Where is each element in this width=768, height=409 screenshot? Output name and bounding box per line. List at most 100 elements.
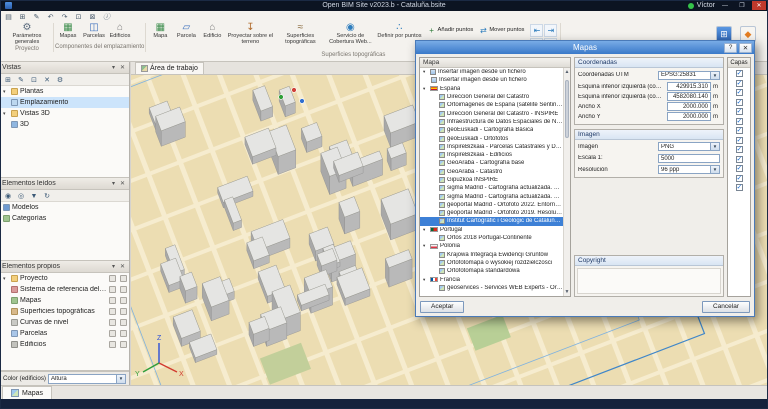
panel-tool-button[interactable]: ⊡ [28, 75, 40, 85]
quick-access-button[interactable]: ✎ [30, 12, 43, 22]
panel-collapse-button[interactable]: ▾ [109, 262, 118, 271]
layer-checkbox[interactable]: ✓ [736, 70, 743, 77]
color-edificios-select[interactable]: Altura ▼ [48, 374, 126, 384]
panel-tool-button[interactable]: ✎ [15, 75, 27, 85]
ribbon-button[interactable]: ◉ Servicio de Cobertura Web... [325, 23, 375, 51]
tree-item[interactable]: ▾ Categorías [0, 213, 129, 224]
layer-checkbox[interactable]: ✓ [736, 108, 743, 115]
quick-access-button[interactable]: ⓘ [100, 12, 113, 22]
map-source-item[interactable]: ▾ GeoAraba - Catastro [420, 168, 563, 176]
panel-tool-button[interactable]: ↻ [41, 191, 53, 201]
map-source-item[interactable]: ▾ Gipuzkoa INSPIRE [420, 176, 563, 184]
map-source-item[interactable]: ▾ InspireBizkaia - Edificios [420, 151, 563, 159]
layer-checkbox[interactable]: ✓ [736, 80, 743, 87]
scroll-down-icon[interactable]: ▼ [564, 288, 570, 296]
tab-area-de-trabajo[interactable]: Área de trabajo [135, 62, 204, 74]
ribbon-icon-button[interactable]: ⇥ [544, 24, 557, 37]
map-source-item[interactable]: ▾ Insertar imagen desde un fichero [420, 76, 563, 84]
ribbon-small-button[interactable]: ⇄ Mover puntos [477, 23, 526, 37]
layer-checkbox[interactable]: ✓ [736, 146, 743, 153]
close-button[interactable]: ✕ [752, 1, 766, 10]
coordinate-input[interactable]: 2000.000 [667, 102, 711, 111]
dialog-close-button[interactable]: ✕ [739, 43, 752, 53]
tree-item[interactable]: ▾ Curvas de nivel [0, 317, 129, 328]
map-source-item[interactable]: ▾ geoportal Madrid - Ortofoto 2019. Reso… [420, 209, 563, 217]
scrollbar-thumb[interactable] [565, 80, 569, 138]
ribbon-button[interactable]: ▦ Mapas [55, 23, 81, 43]
aceptar-button[interactable]: Aceptar [420, 301, 464, 313]
format-select[interactable]: PNG ▼ [658, 142, 720, 151]
scroll-up-icon[interactable]: ▲ [564, 68, 570, 76]
coordinate-input[interactable]: 429915.310 [667, 82, 711, 91]
ribbon-button[interactable]: ⚙ Parámetros generales [2, 23, 52, 45]
map-source-item[interactable]: ▾ geoEuskadi - Cartografía Básica [420, 126, 563, 134]
visibility-icon[interactable] [109, 341, 116, 348]
maximize-button[interactable]: ❐ [735, 1, 749, 10]
tree-item[interactable]: ▾ Modelos [0, 202, 129, 213]
tree-item[interactable]: ▾ Proyecto [0, 273, 129, 284]
panel-tool-button[interactable]: ⊞ [2, 75, 14, 85]
map-source-item[interactable]: ▾ Dirección General del Catastro [420, 93, 563, 101]
visibility-icon[interactable] [109, 319, 116, 326]
dialog-title-bar[interactable]: Mapas ? ✕ [416, 41, 754, 54]
map-source-item[interactable]: ▾ geoportal Madrid - Ortofoto 2022. Ento… [420, 201, 563, 209]
visibility-icon[interactable] [109, 275, 116, 282]
layer-checkbox[interactable]: ✓ [736, 89, 743, 96]
ribbon-button[interactable]: ◫ Parcelas [81, 23, 107, 43]
dialog-help-button[interactable]: ? [724, 43, 737, 53]
minimize-button[interactable]: — [718, 1, 732, 10]
map-source-item[interactable]: ▾ España [420, 85, 563, 93]
tree-item[interactable]: ▾ Edificios [0, 339, 129, 350]
map-source-item[interactable]: ▾ Institut Cartogràfic i Geològic de Cat… [420, 217, 563, 225]
map-source-item[interactable]: ▾ Dirección General del Catastro - INSPI… [420, 109, 563, 117]
resolucion-select[interactable]: 96 ppp ▼ [658, 165, 720, 174]
tree-item[interactable]: ▾ Sistema de referencia del emplaz... [0, 284, 129, 295]
list-scrollbar[interactable]: ▲ ▼ [563, 68, 570, 296]
quick-access-button[interactable]: ↷ [58, 12, 71, 22]
quick-access-button[interactable]: ⊞ [16, 12, 29, 22]
escala-input[interactable]: 5000 [658, 154, 720, 163]
layer-checkbox[interactable]: ✓ [736, 127, 743, 134]
layer-checkbox[interactable]: ✓ [736, 175, 743, 182]
lock-icon[interactable] [120, 297, 127, 304]
tree-item[interactable]: ▾ Superficies topográficas [0, 306, 129, 317]
panel-collapse-button[interactable]: ▾ [109, 63, 118, 72]
tree-item[interactable]: ▾ Vistas 3D [0, 108, 129, 119]
tab-mapas[interactable]: Mapas [2, 386, 52, 399]
panel-tool-button[interactable]: ⚙ [54, 75, 66, 85]
map-source-item[interactable]: ▾ geoEuskadi - Ortofotos [420, 134, 563, 142]
ribbon-small-button[interactable]: + Añadir puntos [426, 23, 476, 37]
lock-icon[interactable] [120, 319, 127, 326]
panel-tool-button[interactable]: ◎ [15, 191, 27, 201]
lock-icon[interactable] [120, 341, 127, 348]
quick-access-button[interactable]: ↶ [44, 12, 57, 22]
panel-close-button[interactable]: ✕ [118, 63, 127, 72]
tree-item[interactable]: ▾ Parcelas [0, 328, 129, 339]
map-source-item[interactable]: ▾ sigma Madrid - Cartografía actualizada… [420, 192, 563, 200]
visibility-icon[interactable] [109, 286, 116, 293]
layer-checkbox[interactable]: ✓ [736, 156, 743, 163]
map-source-item[interactable]: ▾ Portugal [420, 226, 563, 234]
cancelar-button[interactable]: Cancelar [702, 301, 750, 313]
tree-item[interactable]: ▾ Emplazamiento [0, 97, 129, 108]
ribbon-button[interactable]: ▱ Parcela [173, 23, 199, 51]
layer-checkbox[interactable]: ✓ [736, 184, 743, 191]
user-name[interactable]: Víctor [697, 2, 715, 9]
utm-select[interactable]: EPSG:25831 ▼ [658, 71, 720, 80]
panel-tool-button[interactable]: ▼ [28, 191, 40, 201]
map-source-item[interactable]: ▾ Polonia [420, 242, 563, 250]
map-source-item[interactable]: ▾ geoservices - Services WEB Experts - O… [420, 284, 563, 292]
lock-icon[interactable] [120, 275, 127, 282]
ribbon-button[interactable]: ≈ Superficies topográficas [275, 23, 325, 51]
tree-item[interactable]: ▾ Plantas [0, 86, 129, 97]
map-source-item[interactable]: ▾ Ortoimágenes de España (satélite Senti… [420, 101, 563, 109]
panel-tool-button[interactable]: ✕ [41, 75, 53, 85]
layer-checkbox[interactable]: ✓ [736, 99, 743, 106]
map-source-item[interactable]: ▾ Francia [420, 275, 563, 283]
map-source-item[interactable]: ▾ Ortofotomapa o wysokiej rozdzielczości [420, 259, 563, 267]
coordinate-input[interactable]: 2000.000 [667, 112, 711, 121]
map-source-item[interactable]: ▾ Ortofotomapa standardowa [420, 267, 563, 275]
map-source-item[interactable]: ▾ sigma Madrid - Cartografía actualizada… [420, 184, 563, 192]
panel-collapse-button[interactable]: ▾ [109, 179, 118, 188]
panel-close-button[interactable]: ✕ [118, 262, 127, 271]
